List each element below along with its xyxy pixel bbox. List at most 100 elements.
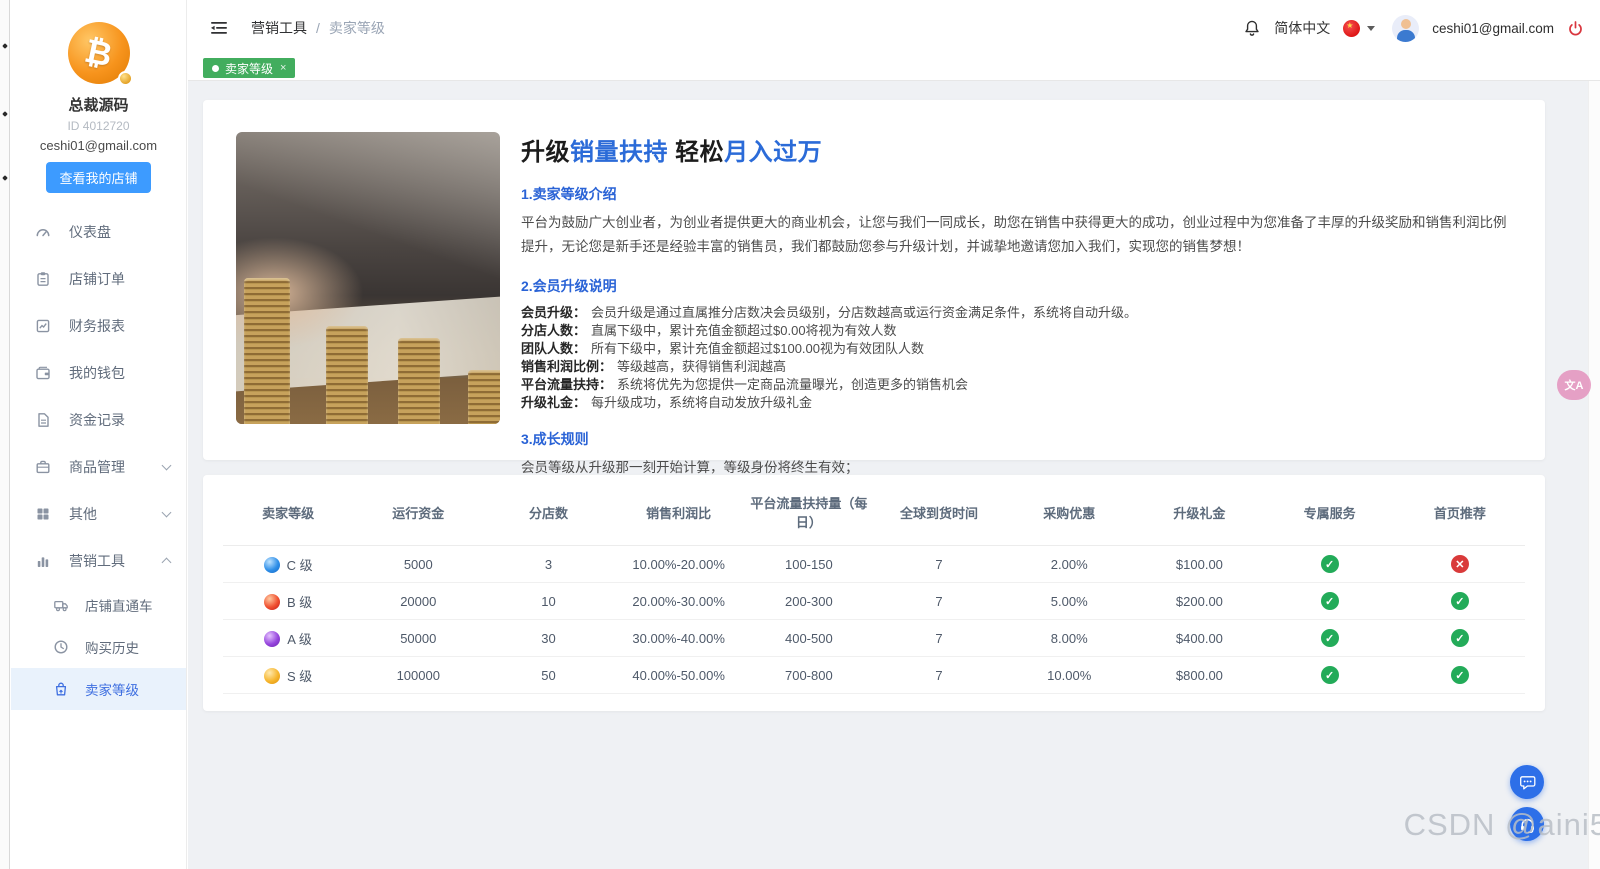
cell-funds: 100000 xyxy=(353,657,483,694)
main-content: 升级销量扶持 轻松月入过万 1.卖家等级介绍 平台为鼓励广大创业者，为创业者提供… xyxy=(188,81,1600,869)
cell-profit: 10.00%-20.00% xyxy=(614,546,744,583)
rule-item: 会员升级：会员升级是通过直属推分店数决会员级别，分店数越高或运行资金满足条件，系… xyxy=(521,304,1509,322)
sidebar-item-products[interactable]: 商品管理 xyxy=(11,443,186,490)
cell-traffic: 400-500 xyxy=(744,620,874,657)
col-header: 专属服务 xyxy=(1265,481,1395,546)
grid-icon xyxy=(35,506,51,522)
sidebar-item-label: 商品管理 xyxy=(69,457,125,477)
tab-seller-level[interactable]: 卖家等级 × xyxy=(203,58,295,78)
cell-gift: $100.00 xyxy=(1134,546,1264,583)
level-badge-icon xyxy=(264,594,280,610)
coin-stack xyxy=(326,326,368,424)
logout-power-icon[interactable] xyxy=(1567,20,1584,37)
chevron-up-icon xyxy=(162,558,172,568)
cell-profit: 40.00%-50.00% xyxy=(614,657,744,694)
sidebar-item-seller-level[interactable]: 卖家等级 xyxy=(11,668,186,710)
sidebar-item-purchase-history[interactable]: 购买历史 xyxy=(11,626,186,668)
close-tab-icon[interactable]: × xyxy=(280,62,286,74)
rule-item: 平台流量扶持：系统将优先为您提供一定商品流量曝光，创造更多的销售机会 xyxy=(521,376,1509,394)
level-name: A 级 xyxy=(287,632,312,647)
table-row: B 级 20000 10 20.00%-30.00% 200-300 7 5.0… xyxy=(223,583,1525,620)
level-name: C 级 xyxy=(287,558,313,573)
col-header: 采购优惠 xyxy=(1004,481,1134,546)
sidebar-item-reports[interactable]: 财务报表 xyxy=(11,302,186,349)
sidebar-item-marketing[interactable]: 营销工具 xyxy=(11,537,186,584)
level-badge-icon xyxy=(264,557,280,573)
sidebar-item-shop-express[interactable]: 店铺直通车 xyxy=(11,584,186,626)
col-header: 销售利润比 xyxy=(614,481,744,546)
sidebar-item-wallet[interactable]: 我的钱包 xyxy=(11,349,186,396)
rule-item: 销售利润比例：等级越高，获得销售利润越高 xyxy=(521,358,1509,376)
sidebar-item-label: 其他 xyxy=(69,504,97,524)
sidebar-item-orders[interactable]: 店铺订单 xyxy=(11,255,186,302)
store-profile: ₿ 总裁源码 ID 4012720 ceshi01@gmail.com 查看我的… xyxy=(11,0,186,193)
table-header-row: 卖家等级 运行资金 分店数 销售利润比 平台流量扶持量（每日） 全球到货时间 采… xyxy=(223,481,1525,546)
rule-item: 分店人数：直属下级中，累计充值金额超过$0.00将视为有效人数 xyxy=(521,322,1509,340)
china-flag-icon[interactable] xyxy=(1343,20,1360,37)
section-3-title: 3.成长规则 xyxy=(521,429,1509,449)
cell-branches: 10 xyxy=(483,583,613,620)
cell-gift: $200.00 xyxy=(1134,583,1264,620)
user-email: ceshi01@gmail.com xyxy=(1432,21,1554,36)
col-header: 分店数 xyxy=(483,481,613,546)
chevron-down-icon xyxy=(162,507,172,517)
sidebar-item-label: 卖家等级 xyxy=(85,679,139,699)
cross-icon xyxy=(1451,555,1469,573)
level-name: S 级 xyxy=(287,669,312,684)
edge-mark xyxy=(2,43,8,49)
sidebar-item-label: 财务报表 xyxy=(69,316,125,336)
avatar[interactable] xyxy=(1392,15,1419,42)
tabbar: 卖家等级 × xyxy=(188,56,1600,81)
table-row: C 级 5000 3 10.00%-20.00% 100-150 7 2.00%… xyxy=(223,546,1525,583)
breadcrumb-root[interactable]: 营销工具 xyxy=(251,18,307,38)
sidebar-item-label: 我的钱包 xyxy=(69,363,125,383)
sidebar-item-dashboard[interactable]: 仪表盘 xyxy=(11,208,186,255)
topbar: 营销工具 / 卖家等级 简体中文 ceshi01@gmail.com xyxy=(188,0,1600,56)
notification-bell-icon[interactable] xyxy=(1243,19,1261,38)
sidebar: ₿ 总裁源码 ID 4012720 ceshi01@gmail.com 查看我的… xyxy=(11,0,187,869)
sidebar-item-label: 购买历史 xyxy=(85,637,139,657)
caret-down-icon[interactable] xyxy=(1367,26,1375,31)
intro-text: 升级销量扶持 轻松月入过万 1.卖家等级介绍 平台为鼓励广大创业者，为创业者提供… xyxy=(500,132,1509,428)
view-shop-button[interactable]: 查看我的店铺 xyxy=(46,162,150,193)
chevron-down-icon xyxy=(162,460,172,470)
cell-delivery: 7 xyxy=(874,546,1004,583)
watermark: CSDN @aini5 xyxy=(1404,807,1600,843)
bitcoin-logo: ₿ xyxy=(68,22,130,84)
chat-button[interactable] xyxy=(1510,765,1544,799)
section-1-title: 1.卖家等级介绍 xyxy=(521,184,1509,204)
sidebar-toggle-icon[interactable] xyxy=(210,20,229,36)
briefcase-icon xyxy=(35,459,51,475)
topbar-right: 简体中文 ceshi01@gmail.com xyxy=(1243,15,1584,42)
store-email: ceshi01@gmail.com xyxy=(11,138,186,153)
bitcoin-icon: ₿ xyxy=(81,32,115,75)
cell-funds: 50000 xyxy=(353,620,483,657)
cell-traffic: 200-300 xyxy=(744,583,874,620)
sidebar-item-label: 资金记录 xyxy=(69,410,125,430)
cell-branches: 30 xyxy=(483,620,613,657)
sidebar-item-fund-records[interactable]: 资金记录 xyxy=(11,396,186,443)
translate-widget[interactable]: 文A xyxy=(1557,370,1591,400)
chat-bubble-icon xyxy=(1518,773,1537,792)
section-1-body: 平台为鼓励广大创业者，为创业者提供更大的商业机会，让您与我们一同成长，助您在销售… xyxy=(521,211,1509,259)
col-header: 运行资金 xyxy=(353,481,483,546)
cell-profit: 20.00%-30.00% xyxy=(614,583,744,620)
scrollbar-track[interactable] xyxy=(1588,56,1600,869)
cell-discount: 8.00% xyxy=(1004,620,1134,657)
cell-branches: 50 xyxy=(483,657,613,694)
col-header: 卖家等级 xyxy=(223,481,353,546)
check-icon xyxy=(1451,592,1469,610)
sidebar-item-other[interactable]: 其他 xyxy=(11,490,186,537)
cell-profit: 30.00%-40.00% xyxy=(614,620,744,657)
cell-gift: $800.00 xyxy=(1134,657,1264,694)
dashboard-icon xyxy=(35,224,51,240)
cell-gift: $400.00 xyxy=(1134,620,1264,657)
language-selector[interactable]: 简体中文 xyxy=(1274,18,1330,38)
coins-photo xyxy=(236,132,500,424)
sidebar-item-label: 营销工具 xyxy=(69,551,125,571)
sidebar-item-label: 店铺直通车 xyxy=(85,595,153,615)
seller-levels-table: 卖家等级 运行资金 分店数 销售利润比 平台流量扶持量（每日） 全球到货时间 采… xyxy=(223,481,1525,694)
cell-funds: 5000 xyxy=(353,546,483,583)
breadcrumb: 营销工具 / 卖家等级 xyxy=(251,18,385,38)
check-icon xyxy=(1321,666,1339,684)
